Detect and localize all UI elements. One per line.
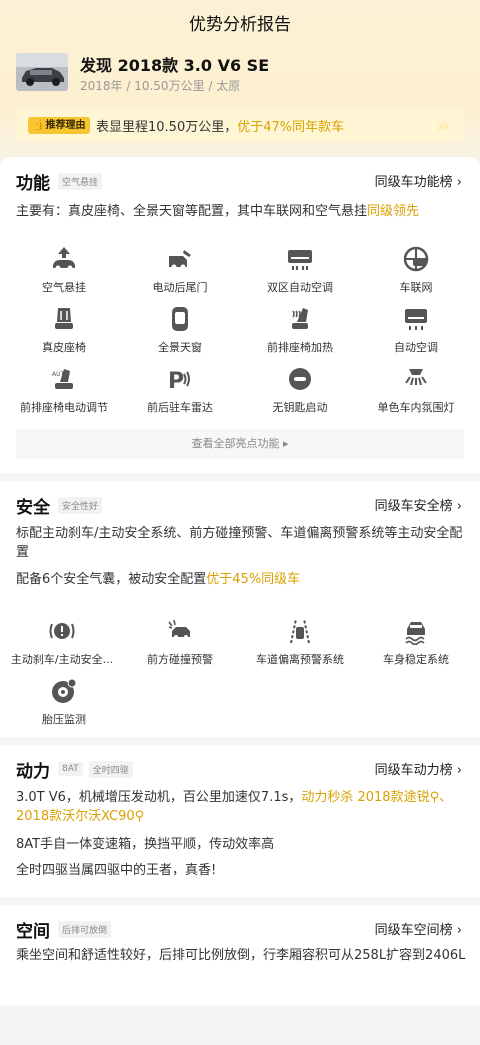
features-card: 功能 空气悬挂 同级车功能榜 › 主要有：真皮座椅、全景天窗等配置，其中车联网和… (0, 157, 480, 473)
header-hero: 优势分析报告 发现 2018款 3.0 V6 SE 2018年 / 10.50万… (0, 0, 480, 175)
features-tag: 空气悬挂 (58, 172, 103, 190)
feature-item[interactable]: P 前后驻车雷达 (120, 365, 240, 415)
power-tag-drivetrain: 全时四驱 (88, 760, 133, 778)
space-desc: 乘坐空间和舒适性较好，后排可比例放倒，行李厢容积可从258L扩容到2406L (16, 948, 466, 963)
lane-departure-icon (290, 618, 310, 644)
connected-car-icon (403, 246, 429, 272)
power-transmission-desc: 8AT手自一体变速箱，换挡平顺，传动效率高 (16, 837, 275, 852)
power-seat-icon: AUTO (52, 369, 73, 389)
feature-item[interactable]: 车联网 (356, 245, 476, 295)
dual-zone-ac-icon (288, 250, 312, 270)
space-title: 空间 (16, 921, 50, 942)
safety-card: 安全 安全性好 同级车安全榜 › 标配主动刹车/主动安全系统、前方碰撞预警、车道… (0, 481, 480, 737)
feature-item[interactable]: 电动后尾门 (120, 245, 240, 295)
leather-seat-icon (55, 308, 73, 329)
keyless-start-icon (289, 368, 311, 390)
car-thumbnail[interactable] (16, 53, 68, 91)
space-rank-link[interactable]: 同级车空间榜 › (375, 919, 462, 938)
recommend-reason-banner: 👍推荐理由 表显里程10.50万公里，优于47%同年款车 » (16, 108, 464, 142)
page-title: 优势分析报告 (189, 15, 291, 35)
features-rank-link[interactable]: 同级车功能榜 › (375, 171, 462, 190)
safety-item[interactable]: 主动刹车/主动安全... (2, 617, 122, 667)
safety-title: 安全 (16, 497, 50, 518)
parking-radar-icon: P (168, 369, 190, 393)
feature-item[interactable]: 双区自动空调 (240, 245, 360, 295)
safety-rank-link[interactable]: 同级车安全榜 › (375, 495, 462, 514)
car-name: 发现 2018款 3.0 V6 SE (80, 56, 270, 75)
collision-warning-icon (168, 619, 190, 639)
power-drivetrain-desc: 全时四驱当属四驱中的王者，真香! (16, 863, 217, 878)
car-meta: 2018年 / 10.50万公里 / 太原 (80, 79, 241, 93)
chevron-decoration-icon: » (436, 114, 450, 139)
feature-item[interactable]: AUTO 前排座椅电动调节 (4, 365, 124, 415)
space-card: 空间 后排可放倒 同级车空间榜 › 乘坐空间和舒适性较好，后排可比例放倒，行李厢… (0, 905, 480, 1005)
features-title: 功能 (16, 173, 50, 194)
power-title: 动力 (16, 761, 50, 782)
safety-item[interactable]: 胎压监测 (4, 677, 124, 727)
power-compare-link[interactable]: 动力秒杀 2018款途锐 (301, 790, 429, 805)
recommend-reason-tag: 👍推荐理由 (28, 117, 91, 134)
stability-control-icon (405, 622, 425, 645)
search-icon: ⚲ (134, 809, 145, 824)
safety-airbag-desc: 配备6个安全气囊，被动安全配置优于45%同级车 (16, 572, 301, 587)
view-all-features-button[interactable]: 查看全部亮点功能 ▸ (16, 429, 464, 459)
ambient-light-icon (405, 369, 427, 386)
air-suspension-icon (53, 247, 75, 271)
svg-text:P: P (168, 369, 184, 393)
features-desc: 主要有：真皮座椅、全景天窗等配置，其中车联网和空气悬挂同级领先 (16, 204, 420, 219)
feature-item[interactable]: 自动空调 (356, 305, 476, 355)
safety-item[interactable]: 车身稳定系统 (356, 617, 476, 667)
feature-item[interactable]: 无钥匙启动 (240, 365, 360, 415)
feature-item[interactable]: 全景天窗 (120, 305, 240, 355)
safety-item[interactable]: 车道偏离预警系统 (240, 617, 360, 667)
power-rank-link[interactable]: 同级车动力榜 › (375, 759, 462, 778)
feature-item[interactable]: 空气悬挂 (4, 245, 124, 295)
feature-item[interactable]: 单色车内氛围灯 (356, 365, 476, 415)
space-tag: 后排可放倒 (58, 920, 112, 938)
feature-item[interactable]: 真皮座椅 (4, 305, 124, 355)
thumbs-up-icon: 👍 (33, 120, 46, 131)
power-tailgate-icon (169, 250, 191, 270)
search-icon: ⚲ (429, 790, 440, 805)
power-tag-transmission: 8AT (58, 762, 83, 776)
safety-desc: 标配主动刹车/主动安全系统、前方碰撞预警、车道偏离预警系统等主动安全配置 (16, 526, 463, 560)
panoramic-sunroof-icon (172, 307, 188, 331)
feature-item[interactable]: 前排座椅加热 (240, 305, 360, 355)
power-card: 动力 8AT 全时四驱 同级车动力榜 › 3.0T V6，机械增压发动机，百公里… (0, 745, 480, 897)
safety-tag: 安全性好 (58, 496, 103, 514)
tire-pressure-icon (52, 678, 77, 703)
power-engine-desc: 3.0T V6，机械增压发动机，百公里加速仅7.1s，动力秒杀 2018款途锐⚲… (16, 790, 453, 824)
svg-text:AUTO: AUTO (52, 371, 69, 378)
safety-item[interactable]: 前方碰撞预警 (120, 617, 240, 667)
seat-heating-icon (292, 308, 308, 329)
recommend-reason-text: 表显里程10.50万公里，优于47%同年款车 (96, 120, 345, 135)
active-brake-icon (49, 623, 75, 639)
auto-ac-icon (405, 309, 427, 330)
